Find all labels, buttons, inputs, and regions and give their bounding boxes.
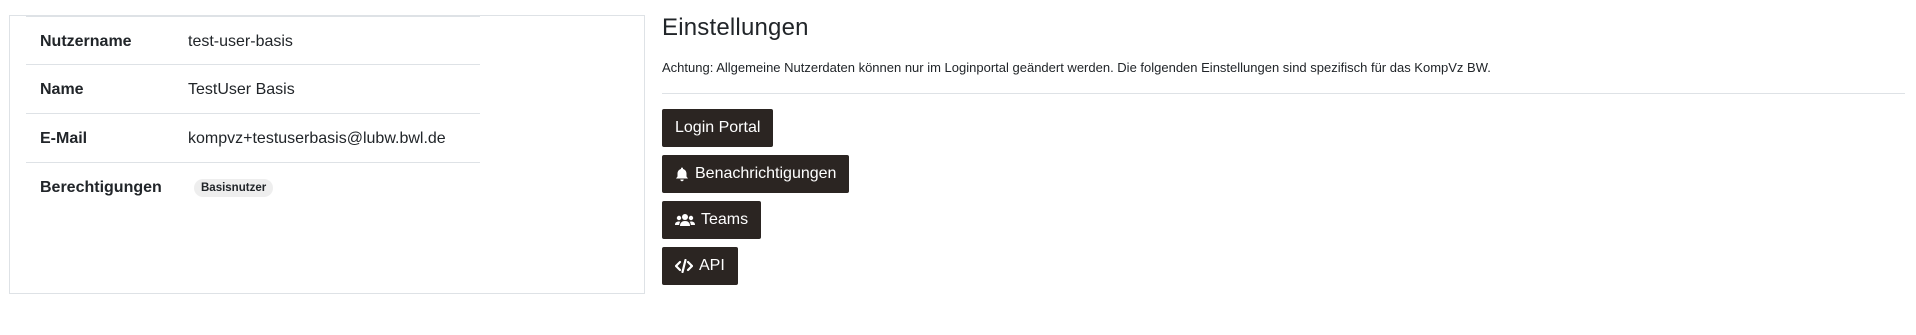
- username-value: test-user-basis: [188, 33, 293, 50]
- profile-row-name: Name TestUser Basis: [26, 65, 480, 114]
- settings-button-stack: Login Portal Benachrichtigungen Teams AP…: [662, 109, 850, 293]
- code-icon: [675, 259, 693, 273]
- notifications-button[interactable]: Benachrichtigungen: [662, 155, 850, 193]
- name-value: TestUser Basis: [188, 81, 295, 98]
- name-label: Name: [40, 81, 84, 98]
- permission-badge: Basisnutzer: [194, 179, 274, 197]
- settings-divider: [662, 93, 1905, 94]
- email-label: E-Mail: [40, 130, 88, 147]
- email-value: kompvz+testuserbasis@lubw.bwl.de: [188, 130, 446, 147]
- notifications-label: Benachrichtigungen: [695, 165, 837, 182]
- bell-icon: [675, 167, 689, 182]
- teams-button[interactable]: Teams: [662, 201, 762, 239]
- settings-section: Einstellungen Achtung: Allgemeine Nutzer…: [662, 14, 1908, 285]
- profile-table: Nutzername test-user-basis Name TestUser…: [26, 16, 480, 212]
- login-portal-button[interactable]: Login Portal: [662, 109, 774, 147]
- settings-note: Achtung: Allgemeine Nutzerdaten können n…: [662, 60, 1491, 75]
- login-portal-label: Login Portal: [675, 119, 761, 136]
- profile-row-email: E-Mail kompvz+testuserbasis@lubw.bwl.de: [26, 114, 480, 163]
- permissions-label: Berechtigungen: [40, 179, 162, 196]
- username-label: Nutzername: [40, 33, 132, 50]
- api-button[interactable]: API: [662, 247, 738, 285]
- teams-label: Teams: [701, 211, 749, 228]
- profile-row-username: Nutzername test-user-basis: [26, 16, 480, 65]
- settings-title: Einstellungen: [662, 14, 809, 41]
- api-label: API: [699, 257, 725, 274]
- users-icon: [675, 213, 695, 227]
- profile-card: Nutzername test-user-basis Name TestUser…: [9, 15, 645, 294]
- profile-row-permissions: Berechtigungen Basisnutzer: [26, 163, 480, 212]
